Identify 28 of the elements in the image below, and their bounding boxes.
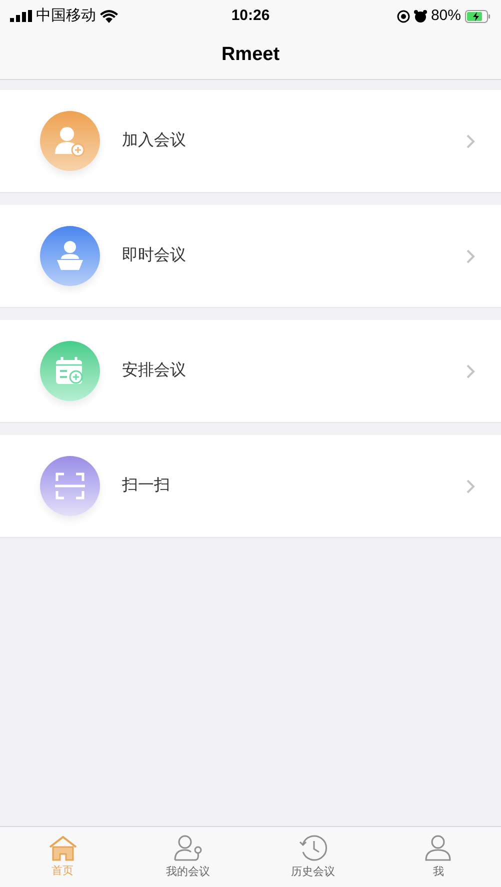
menu-item[interactable]: 即时会议 xyxy=(0,205,501,308)
menu-item[interactable]: 扫一扫 xyxy=(0,435,501,538)
signal-icon xyxy=(10,10,32,22)
chevron-right-icon xyxy=(466,134,475,148)
menu-label: 加入会议 xyxy=(122,130,187,151)
wifi-icon xyxy=(100,10,118,22)
rotation-lock-icon xyxy=(396,10,410,22)
menu-label: 安排会议 xyxy=(122,360,187,381)
menu-label: 即时会议 xyxy=(122,246,187,266)
chevron-right-icon xyxy=(466,248,475,264)
menu-item[interactable]: 安排会议 xyxy=(0,320,501,423)
menu-item[interactable]: 加入会议 xyxy=(0,90,501,193)
chevron-right-icon xyxy=(466,364,475,378)
status-time: 10:26 xyxy=(231,6,270,26)
battery-percent: 80% xyxy=(430,6,461,26)
house-icon xyxy=(48,834,78,861)
person-microphone-icon xyxy=(172,834,203,862)
menu-label: 扫一扫 xyxy=(122,476,171,496)
tab-bar-item[interactable]: 我的会议 xyxy=(125,827,250,887)
person-plus-icon xyxy=(53,124,87,158)
tab-bar-item[interactable]: 我 xyxy=(376,827,501,887)
tab-bar-item[interactable]: 历史会议 xyxy=(250,827,376,887)
history-clock-icon xyxy=(298,834,328,862)
carrier-name: 中国移动 xyxy=(36,6,96,26)
nav-title: Rmeet xyxy=(221,43,280,68)
chevron-right-icon xyxy=(466,478,475,494)
person-icon xyxy=(423,834,454,862)
battery-charging-icon xyxy=(465,10,491,22)
